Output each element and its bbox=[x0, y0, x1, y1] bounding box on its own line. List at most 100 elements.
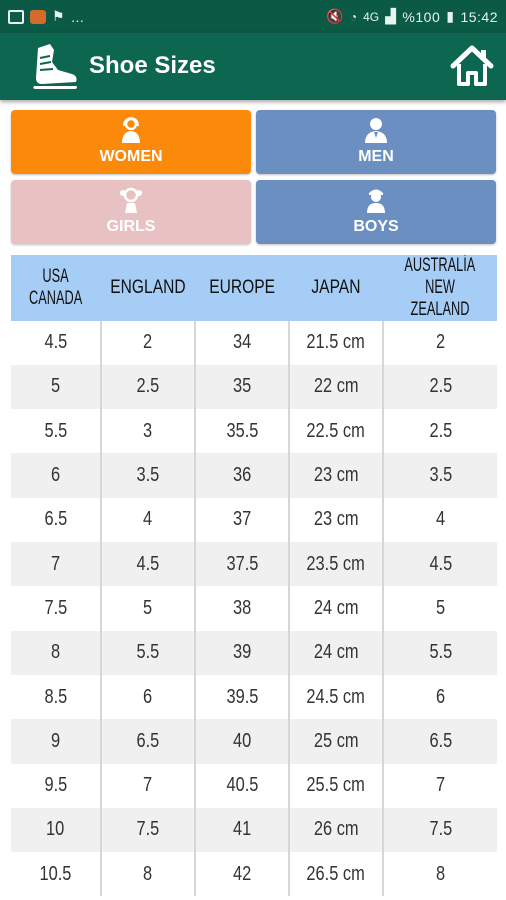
wifi-icon: ◔ bbox=[349, 9, 358, 24]
man-icon bbox=[365, 118, 387, 143]
table-row: 9.5 7 40.5 25.5 cm 7 bbox=[11, 763, 497, 808]
cell-england: 8 bbox=[101, 852, 196, 897]
status-bar: ⚑ ... 🔇 ◔ 4G ▟ %100 ▮ 15:42 bbox=[0, 0, 506, 33]
cell-australia: 8 bbox=[383, 852, 497, 897]
table-header-row: USA CANADA ENGLAND EUROPE JAPAN AUSTRALİA… bbox=[11, 255, 497, 321]
cell-japan: 26.5 cm bbox=[289, 852, 384, 897]
table-row: 10.5 8 42 26.5 cm 8 bbox=[11, 852, 497, 897]
table-row: 7 4.5 37.5 23.5 cm 4.5 bbox=[11, 542, 497, 587]
table-row: 4.5 2 34 21.5 cm 2 bbox=[11, 320, 497, 365]
table-row: 10 7.5 41 26 cm 7.5 bbox=[11, 807, 497, 853]
header-japan: JAPAN bbox=[289, 255, 383, 321]
cell-japan: 23.5 cm bbox=[289, 542, 384, 587]
cell-europe: 38 bbox=[195, 586, 290, 631]
cell-japan: 24.5 cm bbox=[289, 674, 384, 720]
cell-england: 3.5 bbox=[101, 453, 196, 498]
cell-europe: 42 bbox=[195, 852, 290, 897]
cell-usa: 5.5 bbox=[11, 409, 102, 454]
cell-australia: 6 bbox=[383, 674, 497, 720]
status-left: ⚑ ... bbox=[8, 8, 84, 25]
app-bar: Shoe Sizes bbox=[0, 33, 506, 100]
boy-icon bbox=[367, 189, 385, 213]
table-row: 9 6.5 40 25 cm 6.5 bbox=[11, 719, 497, 764]
cell-england: 2 bbox=[101, 320, 196, 365]
cell-usa: 5 bbox=[11, 364, 102, 410]
cell-europe: 39 bbox=[195, 630, 290, 675]
cell-usa: 7 bbox=[11, 542, 102, 587]
cell-england: 7.5 bbox=[101, 807, 196, 853]
cell-australia: 4 bbox=[383, 497, 497, 543]
cell-japan: 23 cm bbox=[289, 453, 384, 498]
table-row: 6.5 4 37 23 cm 4 bbox=[11, 497, 497, 543]
girl-icon bbox=[120, 187, 142, 213]
girls-button[interactable]: GIRLS bbox=[11, 180, 251, 244]
table-body: 4.5 2 34 21.5 cm 2 5 2.5 35 22 cm 2.5 5.… bbox=[11, 320, 497, 897]
cell-europe: 39.5 bbox=[195, 674, 290, 720]
cell-japan: 21.5 cm bbox=[289, 320, 384, 365]
cell-europe: 41 bbox=[195, 807, 290, 853]
gallery-notification-icon bbox=[8, 9, 24, 24]
app-notification-icon bbox=[30, 9, 46, 24]
cell-usa: 6 bbox=[11, 453, 102, 498]
cell-usa: 7.5 bbox=[11, 586, 102, 631]
woman-icon bbox=[122, 116, 140, 143]
cell-japan: 25 cm bbox=[289, 719, 384, 764]
home-icon[interactable] bbox=[449, 43, 495, 89]
cell-australia: 2.5 bbox=[383, 364, 497, 410]
boys-label: BOYS bbox=[353, 218, 399, 235]
boys-button[interactable]: BOYS bbox=[256, 180, 496, 244]
cell-australia: 2.5 bbox=[383, 409, 497, 454]
cell-england: 5 bbox=[101, 586, 196, 631]
shoe-icon bbox=[33, 44, 77, 89]
cell-usa: 4.5 bbox=[11, 320, 102, 365]
cell-europe: 35 bbox=[195, 364, 290, 410]
header-europe: EUROPE bbox=[195, 255, 289, 321]
battery-percent: %100 bbox=[402, 8, 441, 25]
signal-icon: ▟ bbox=[385, 8, 397, 24]
table-row: 8.5 6 39.5 24.5 cm 6 bbox=[11, 674, 497, 720]
women-button[interactable]: WOMEN bbox=[11, 110, 251, 174]
table-row: 6 3.5 36 23 cm 3.5 bbox=[11, 453, 497, 498]
cell-australia: 7.5 bbox=[383, 807, 497, 853]
clock: 15:42 bbox=[460, 8, 498, 25]
cell-england: 3 bbox=[101, 409, 196, 454]
cell-australia: 6.5 bbox=[383, 719, 497, 764]
header-australia-new-zealand: AUSTRALİA NEW ZEALAND bbox=[383, 255, 497, 321]
cell-australia: 2 bbox=[383, 320, 497, 365]
battery-icon: ▮ bbox=[446, 8, 455, 24]
cell-usa: 9.5 bbox=[11, 763, 102, 808]
cell-australia: 5 bbox=[383, 586, 497, 631]
table-row: 5 2.5 35 22 cm 2.5 bbox=[11, 364, 497, 410]
men-button[interactable]: MEN bbox=[256, 110, 496, 174]
cell-japan: 24 cm bbox=[289, 630, 384, 675]
mute-icon: 🔇 bbox=[325, 8, 344, 24]
cell-europe: 36 bbox=[195, 453, 290, 498]
cell-europe: 40.5 bbox=[195, 763, 290, 808]
men-label: MEN bbox=[358, 148, 394, 165]
cell-japan: 23 cm bbox=[289, 497, 384, 543]
table-row: 8 5.5 39 24 cm 5.5 bbox=[11, 630, 497, 675]
cell-usa: 6.5 bbox=[11, 497, 102, 543]
status-right: 🔇 ◔ 4G ▟ %100 ▮ 15:42 bbox=[326, 8, 498, 25]
network-type: 4G bbox=[363, 9, 380, 24]
app-title: Shoe Sizes bbox=[89, 52, 216, 79]
header-england: ENGLAND bbox=[101, 255, 195, 321]
cell-japan: 22 cm bbox=[289, 364, 384, 410]
cell-usa: 8 bbox=[11, 630, 102, 675]
header-usa-canada: USA CANADA bbox=[11, 255, 101, 321]
cell-europe: 37.5 bbox=[195, 542, 290, 587]
cell-japan: 26 cm bbox=[289, 807, 384, 853]
cell-europe: 34 bbox=[195, 320, 290, 365]
girls-label: GIRLS bbox=[106, 218, 156, 235]
size-table: USA CANADA ENGLAND EUROPE JAPAN AUSTRALİA… bbox=[11, 255, 497, 897]
cell-europe: 37 bbox=[195, 497, 290, 543]
table-row: 5.5 3 35.5 22.5 cm 2.5 bbox=[11, 409, 497, 454]
cell-england: 6 bbox=[101, 674, 196, 720]
cell-england: 4.5 bbox=[101, 542, 196, 587]
cell-england: 5.5 bbox=[101, 630, 196, 675]
cell-usa: 9 bbox=[11, 719, 102, 764]
cell-europe: 35.5 bbox=[195, 409, 290, 454]
cell-europe: 40 bbox=[195, 719, 290, 764]
cell-australia: 5.5 bbox=[383, 630, 497, 675]
cell-japan: 24 cm bbox=[289, 586, 384, 631]
